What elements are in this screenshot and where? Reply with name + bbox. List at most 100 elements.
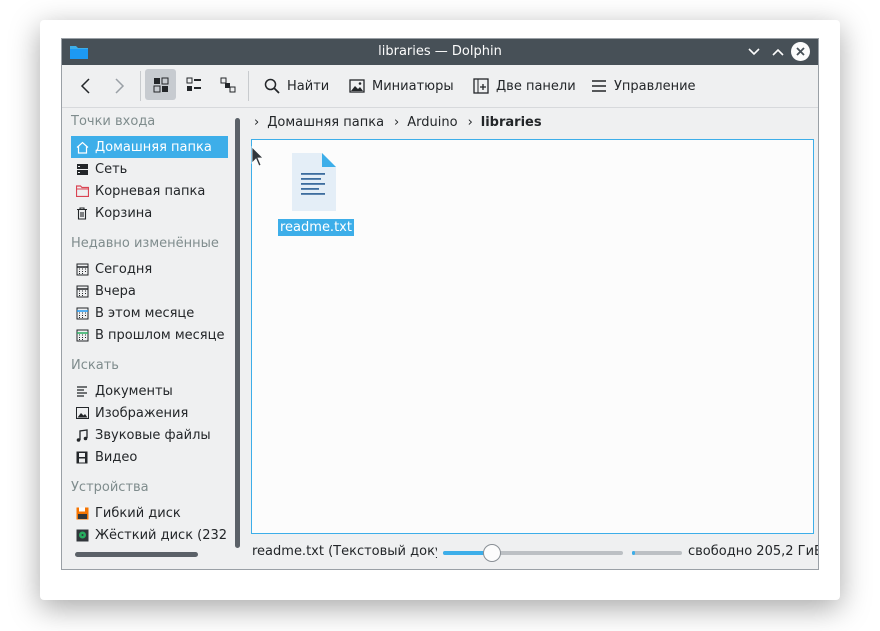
- thumbnails-label: Миниатюры: [372, 78, 454, 94]
- zoom-slider-handle[interactable]: [482, 544, 501, 562]
- details-view-icon: [220, 77, 235, 92]
- window-title: libraries — Dolphin: [378, 44, 502, 59]
- places-panel: Точки входа Домашняя папка Сеть Корневая…: [62, 108, 242, 568]
- sidebar-item-label: В этом месяце: [95, 305, 195, 321]
- hard-disk-icon: [75, 528, 89, 542]
- main-toolbar: Найти Миниатюры Две панели Управление: [62, 65, 818, 108]
- breadcrumb-item-arduino[interactable]: Arduino: [407, 115, 457, 130]
- breadcrumb-item-home[interactable]: Домашняя папка: [267, 115, 384, 130]
- sidebar-item-label: Изображения: [95, 405, 189, 421]
- find-label: Найти: [287, 78, 330, 94]
- chevron-right-icon: ›: [254, 114, 260, 130]
- home-icon: [75, 140, 89, 154]
- forward-arrow-icon[interactable]: [107, 74, 131, 98]
- section-heading-recent: Недавно изменённые: [71, 236, 219, 251]
- sidebar-item-last-month[interactable]: В прошлом месяце: [71, 324, 228, 346]
- disk-space-fill: [632, 551, 635, 555]
- icons-view-button[interactable]: [145, 69, 176, 100]
- image-icon: [349, 79, 365, 93]
- selection-info: readme.txt (Текстовый доку...: [252, 544, 437, 559]
- sidebar-item-home[interactable]: Домашняя папка: [71, 136, 228, 158]
- find-button[interactable]: Найти: [264, 71, 329, 101]
- image-icon: [75, 406, 89, 420]
- free-space-label: свободно 205,2 ГиБ: [688, 544, 819, 559]
- sidebar-horizontal-scrollbar[interactable]: [75, 552, 198, 557]
- minimize-button[interactable]: [745, 43, 763, 61]
- sidebar-vertical-scrollbar[interactable]: [235, 118, 240, 548]
- icons-view-icon: [153, 77, 168, 92]
- disk-space-bar: [632, 551, 682, 555]
- root-folder-icon: [75, 184, 89, 198]
- sidebar-item-audio[interactable]: Звуковые файлы: [71, 424, 228, 446]
- status-bar: readme.txt (Текстовый доку... свободно 2…: [252, 542, 818, 562]
- close-icon: [796, 47, 805, 56]
- split-view-icon: [473, 78, 489, 94]
- sidebar-item-floppy[interactable]: Гибкий диск: [71, 502, 228, 524]
- search-icon: [264, 78, 280, 94]
- sidebar-item-root[interactable]: Корневая папка: [71, 180, 228, 202]
- close-button[interactable]: [791, 42, 810, 61]
- details-view-button[interactable]: [212, 69, 243, 100]
- control-menu-button[interactable]: Управление: [591, 71, 696, 101]
- section-heading-places: Точки входа: [71, 114, 156, 129]
- sidebar-item-trash[interactable]: Корзина: [71, 202, 228, 224]
- sidebar-item-label: Гибкий диск: [95, 505, 181, 521]
- trash-icon: [75, 206, 89, 220]
- sidebar-item-hard-disk[interactable]: Жёсткий диск (232,9 Г: [71, 524, 228, 546]
- sidebar-item-network[interactable]: Сеть: [71, 158, 228, 180]
- sidebar-item-label: Вчера: [95, 283, 136, 299]
- compact-view-button[interactable]: [178, 69, 209, 100]
- back-arrow-icon[interactable]: [74, 74, 98, 98]
- toolbar-separator: [140, 71, 141, 101]
- sidebar-item-label: Звуковые файлы: [95, 427, 211, 443]
- calendar-icon: [75, 306, 89, 320]
- sidebar-item-label: Сегодня: [95, 261, 153, 277]
- hamburger-menu-icon: [592, 80, 606, 92]
- dolphin-window: libraries — Dolphin Найти Миниатюры Две …: [61, 38, 819, 570]
- music-icon: [75, 428, 89, 442]
- file-name: readme.txt: [278, 219, 354, 236]
- zoom-slider[interactable]: [443, 544, 623, 562]
- calendar-icon: [75, 284, 89, 298]
- chevron-up-icon: [772, 48, 784, 56]
- chevron-down-icon: [748, 48, 760, 56]
- sidebar-item-label: Видео: [95, 449, 138, 465]
- split-view-button[interactable]: Две панели: [473, 71, 576, 101]
- sidebar-item-label: Сеть: [95, 161, 128, 177]
- sidebar-item-label: Корзина: [95, 205, 153, 221]
- video-icon: [75, 450, 89, 464]
- breadcrumb-item-libraries[interactable]: libraries: [481, 115, 542, 130]
- compact-view-icon: [186, 77, 201, 91]
- file-item[interactable]: readme.txt: [278, 153, 354, 236]
- breadcrumb: › Домашняя папка › Arduino › libraries: [252, 112, 542, 132]
- sidebar-item-this-month[interactable]: В этом месяце: [71, 302, 228, 324]
- sidebar-item-label: Жёсткий диск (232,9 Г: [95, 527, 228, 543]
- sidebar-item-today[interactable]: Сегодня: [71, 258, 228, 280]
- text-file-icon: [292, 153, 336, 211]
- mouse-cursor-icon: [251, 146, 264, 167]
- network-icon: [75, 162, 89, 176]
- sidebar-item-images[interactable]: Изображения: [71, 402, 228, 424]
- title-bar[interactable]: libraries — Dolphin: [62, 39, 818, 65]
- sidebar-item-label: Домашняя папка: [95, 139, 212, 155]
- calendar-icon: [75, 328, 89, 342]
- sidebar-item-yesterday[interactable]: Вчера: [71, 280, 228, 302]
- chevron-right-icon: ›: [394, 114, 400, 130]
- section-heading-devices: Устройства: [71, 480, 149, 495]
- chevron-right-icon: ›: [467, 114, 473, 130]
- sidebar-item-documents[interactable]: Документы: [71, 380, 228, 402]
- thumbnails-button[interactable]: Миниатюры: [349, 71, 454, 101]
- toolbar-separator: [248, 71, 249, 101]
- calendar-icon: [75, 262, 89, 276]
- maximize-button[interactable]: [769, 43, 787, 61]
- document-icon: [75, 384, 89, 398]
- control-label: Управление: [614, 78, 696, 94]
- floppy-icon: [75, 506, 89, 520]
- file-view[interactable]: readme.txt: [251, 139, 814, 534]
- sidebar-item-label: Корневая папка: [95, 183, 206, 199]
- sidebar-item-label: В прошлом месяце: [95, 327, 225, 343]
- section-heading-search: Искать: [71, 358, 119, 373]
- split-view-label: Две панели: [496, 78, 576, 94]
- sidebar-item-label: Документы: [95, 383, 173, 399]
- sidebar-item-video[interactable]: Видео: [71, 446, 228, 468]
